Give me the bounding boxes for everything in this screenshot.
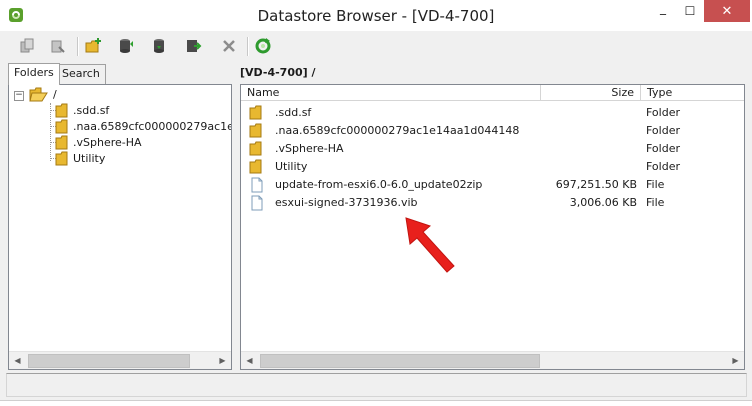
list-item[interactable]: .naa.6589cfc000000279ac1e14aa1d044148 Fo…	[241, 122, 744, 140]
minimize-button[interactable]: _	[650, 0, 676, 22]
new-folder-button[interactable]	[83, 35, 105, 57]
column-header-name[interactable]: Name	[241, 85, 541, 101]
file-name: esxui-signed-3731936.vib	[275, 196, 418, 209]
tree-guide-line	[50, 103, 51, 161]
scrollbar-thumb[interactable]	[28, 354, 190, 368]
tree-item-label: .vSphere-HA	[73, 136, 142, 149]
delete-icon	[223, 40, 235, 52]
tree-item-label: /	[53, 88, 57, 101]
file-type: File	[646, 196, 665, 209]
folder-icon	[249, 123, 262, 138]
folder-tree: − / .sdd.sf .naa.6589cfc000000279ac1e14 …	[8, 84, 232, 370]
scroll-right-icon[interactable]: ▶	[727, 352, 744, 369]
toolbar-separator	[77, 37, 79, 56]
file-type: Folder	[646, 124, 680, 137]
delete-button[interactable]	[218, 35, 240, 57]
tab-search[interactable]: Search	[56, 64, 106, 84]
file-name: update-from-esxi6.0-6.0_update02zip	[275, 178, 483, 191]
list-item[interactable]: .sdd.sf Folder	[241, 104, 744, 122]
title-bar: Datastore Browser - [VD-4-700] _ ☐ ✕	[0, 0, 752, 31]
move-button[interactable]	[183, 35, 205, 57]
maximize-icon: ☐	[684, 4, 696, 18]
download-button[interactable]	[149, 35, 171, 57]
copy-datastore-button[interactable]	[16, 35, 38, 57]
move-icon	[187, 40, 202, 52]
scrollbar-thumb[interactable]	[260, 354, 540, 368]
folder-icon	[55, 103, 68, 118]
status-bar	[6, 373, 747, 397]
folder-icon	[55, 135, 68, 150]
folder-icon	[55, 151, 68, 166]
new-folder-icon	[85, 38, 101, 53]
toolbar	[0, 31, 752, 61]
scroll-left-icon[interactable]: ◀	[241, 352, 258, 369]
upload-icon	[120, 39, 133, 53]
file-type: Folder	[646, 106, 680, 119]
toolbar-separator	[247, 37, 249, 56]
upload-button[interactable]	[115, 35, 137, 57]
datastore-browser-window: Datastore Browser - [VD-4-700] _ ☐ ✕ Fol…	[0, 0, 752, 401]
file-type: Folder	[646, 160, 680, 173]
refresh-icon	[255, 38, 271, 54]
scroll-right-icon[interactable]: ▶	[214, 352, 231, 369]
minimize-icon: _	[660, 1, 666, 15]
file-name: .naa.6589cfc000000279ac1e14aa1d044148	[275, 124, 520, 137]
file-type: Folder	[646, 142, 680, 155]
file-name: .vSphere-HA	[275, 142, 344, 155]
file-icon	[251, 195, 263, 211]
download-icon	[154, 39, 164, 53]
scroll-left-icon[interactable]: ◀	[9, 352, 26, 369]
tab-folders[interactable]: Folders	[8, 63, 60, 85]
list-item[interactable]: update-from-esxi6.0-6.0_update02zip 697,…	[241, 176, 744, 194]
copy-datastore-icon	[20, 38, 34, 53]
list-item[interactable]: esxui-signed-3731936.vib 3,006.06 KB Fil…	[241, 194, 744, 212]
file-size: 3,006.06 KB	[569, 196, 637, 209]
refresh-button[interactable]	[252, 35, 274, 57]
file-size: 697,251.50 KB	[555, 178, 637, 191]
folder-icon	[55, 119, 68, 134]
file-type: File	[646, 178, 665, 191]
folder-icon	[249, 141, 262, 156]
maximize-button[interactable]: ☐	[677, 0, 703, 22]
tree-item-label: .sdd.sf	[73, 104, 110, 117]
file-list: Name Size Type .sdd.sf Folder .naa.6589c…	[240, 84, 745, 370]
tree-horizontal-scrollbar[interactable]: ◀ ▶	[9, 351, 231, 369]
list-item[interactable]: Utility Folder	[241, 158, 744, 176]
list-horizontal-scrollbar[interactable]: ◀ ▶	[241, 351, 744, 369]
file-icon	[251, 177, 263, 193]
tree-item-label: .naa.6589cfc000000279ac1e14	[73, 120, 232, 133]
folder-icon	[249, 105, 262, 120]
browse-datastore-button[interactable]	[47, 35, 69, 57]
tree-collapse-toggle[interactable]: −	[14, 91, 24, 101]
column-header-size[interactable]: Size	[541, 85, 641, 101]
annotation-arrow-icon	[405, 217, 455, 273]
column-header-type[interactable]: Type	[641, 85, 744, 101]
current-path: [VD-4-700] /	[240, 66, 316, 79]
close-icon: ✕	[721, 3, 733, 19]
file-name: .sdd.sf	[275, 106, 312, 119]
list-item[interactable]: .vSphere-HA Folder	[241, 140, 744, 158]
window-title: Datastore Browser - [VD-4-700]	[257, 7, 495, 25]
folder-icon	[249, 159, 262, 174]
file-name: Utility	[275, 160, 308, 173]
tree-item-label: Utility	[73, 152, 106, 165]
close-button[interactable]: ✕	[704, 0, 750, 22]
browse-datastore-icon	[51, 40, 65, 53]
open-folder-icon	[29, 87, 48, 102]
